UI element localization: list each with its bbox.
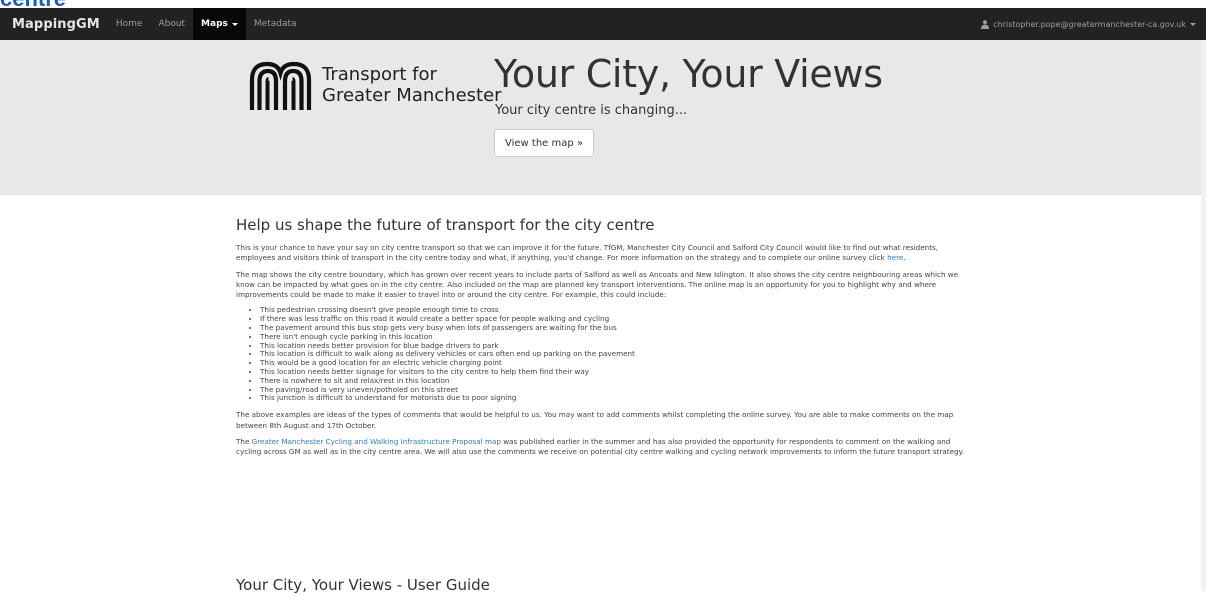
list-item: This junction is difficult to understand… [260,394,966,403]
tfgm-logo [249,61,312,110]
user-guide-heading: Your City, Your Views - User Guide [236,576,490,594]
comments-paragraph: The above examples are ideas of the type… [236,410,954,430]
section-heading: Help us shape the future of transport fo… [236,216,655,234]
nav-item-metadata[interactable]: Metadata [246,8,305,40]
tfgm-wordmark: Transport for Greater Manchester [322,64,502,106]
example-list: This pedestrian crossing doesn't give pe… [236,306,966,403]
hero-title: Your City, Your Views [494,52,883,96]
chevron-down-icon [231,22,238,26]
nav-item-maps[interactable]: Maps [193,8,246,40]
main-content: Help us shape the future of transport fo… [236,205,966,463]
map-description-paragraph: The map shows the city centre boundary, … [236,269,959,300]
nav-item-home[interactable]: Home [108,8,151,40]
clipped-top-heading: centre [0,0,66,8]
hero-jumbotron: Transport for Greater Manchester Your Ci… [0,40,1206,195]
page-scrollbar[interactable] [1201,40,1206,591]
nav-item-maps-label: Maps [201,19,228,29]
cycling-map-link[interactable]: Greater Manchester Cycling and Walking I… [252,437,501,446]
hero-subtitle: Your city centre is changing... [495,103,688,118]
user-email: christopher.pope@greatermanchester-ca.go… [993,19,1186,29]
view-map-button[interactable]: View the map » [494,129,594,157]
intro-text: This is your chance to have your say on … [236,243,939,263]
intro-paragraph: This is your chance to have your say on … [236,243,966,264]
tfgm-line1: Transport for [322,64,437,85]
survey-link[interactable]: here [887,253,903,262]
tfgm-line2: Greater Manchester [322,85,502,106]
user-icon [981,19,990,29]
user-menu[interactable]: christopher.pope@greatermanchester-ca.go… [981,20,1196,29]
nav-item-about[interactable]: About [150,8,193,40]
navbar-brand[interactable]: MappingGM [12,17,100,32]
top-navbar: MappingGM Home About Maps Metadata chris… [0,8,1206,40]
chevron-down-icon [1190,22,1196,26]
cycling-text-start: The [236,436,252,446]
intro-text-end: . [903,253,906,263]
cycling-paragraph: The Greater Manchester Cycling and Walki… [236,437,966,458]
